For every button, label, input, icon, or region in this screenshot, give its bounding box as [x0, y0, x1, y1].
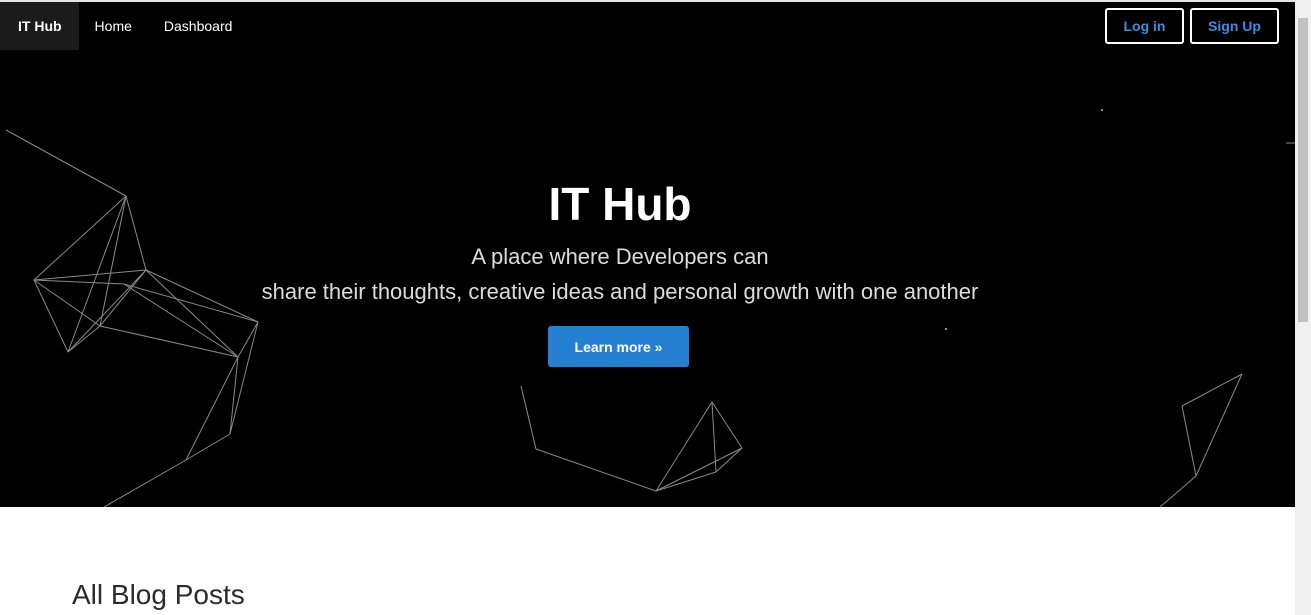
vertical-scrollbar[interactable]	[1295, 0, 1311, 615]
scrollbar-thumb[interactable]	[1298, 18, 1308, 322]
hero-subtitle-line-2: share their thoughts, creative ideas and…	[261, 279, 979, 304]
learn-more-button[interactable]: Learn more »	[548, 326, 689, 367]
hero-title: IT Hub	[548, 178, 692, 230]
hero-content: IT Hub A place where Developers can shar…	[0, 2, 1240, 507]
section-title-all-blog-posts: All Blog Posts	[72, 579, 245, 610]
hero-banner: IT Hub Home Dashboard Log in Sign Up IT …	[0, 2, 1295, 507]
hero-subtitle-line-1: A place where Developers can	[471, 244, 769, 269]
